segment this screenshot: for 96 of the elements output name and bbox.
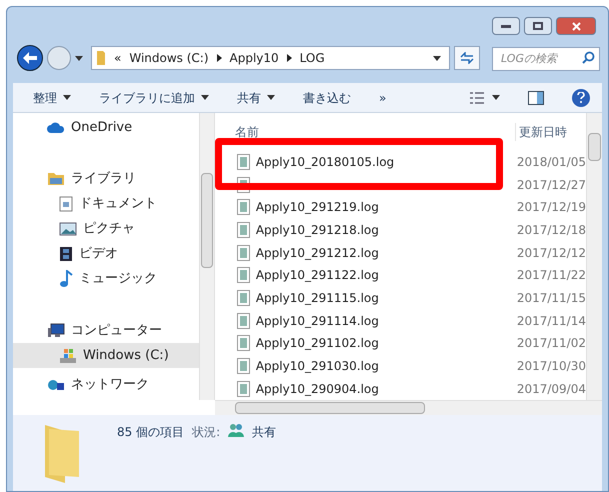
caret-icon	[433, 56, 441, 60]
modified-date: 2017/11/15	[516, 290, 586, 308]
chevron-right-icon	[216, 54, 222, 62]
file-name[interactable]: Apply10_291114.log	[256, 312, 379, 330]
document-icon	[59, 196, 73, 212]
scrollbar-thumb[interactable]	[588, 133, 601, 161]
file-icon	[236, 199, 250, 216]
refresh-icon	[460, 52, 474, 64]
nav-item[interactable]: ライブラリ	[13, 166, 199, 191]
toolbar-button[interactable]: 共有	[237, 88, 275, 106]
chevron-right-icon	[286, 54, 292, 62]
back-button[interactable]	[17, 45, 43, 71]
film-icon	[59, 246, 73, 262]
file-name[interactable]: Apply10_291218.log	[256, 221, 379, 240]
modified-date: 2017/11/02	[516, 335, 586, 352]
file-icon	[236, 312, 250, 329]
network-icon	[47, 378, 65, 392]
toolbar-button[interactable]: 書き込む	[303, 88, 351, 106]
search-icon	[582, 51, 595, 64]
breadcrumb[interactable]: Windows (C:)	[129, 49, 209, 67]
caret-icon	[63, 95, 71, 100]
minimize-button[interactable]	[492, 17, 520, 35]
modified-date: 2017/11/22	[516, 267, 586, 284]
status-value: 共有	[252, 424, 276, 441]
nav-item[interactable]: ビデオ	[13, 241, 199, 266]
users-icon	[228, 423, 244, 437]
file-name[interactable]: Apply10_291030.log	[256, 357, 379, 375]
file-icon	[236, 267, 250, 284]
breadcrumb[interactable]: Apply10	[230, 49, 279, 67]
caret-icon	[492, 95, 500, 100]
modified-date: 2017/12/19	[516, 199, 586, 216]
caret-icon	[75, 56, 83, 60]
file-name[interactable]: Apply10_291122.log	[256, 266, 379, 284]
toolbar-button[interactable]: 整理	[33, 88, 71, 106]
view-options-button[interactable]	[470, 92, 500, 104]
modified-date: 2018/01/05	[516, 154, 586, 172]
toolbar-button[interactable]: »	[379, 88, 386, 106]
file-icon	[236, 154, 250, 170]
file-icon	[236, 358, 250, 374]
nav-item[interactable]: ピクチャ	[13, 216, 199, 241]
column-header[interactable]: 更新日時	[514, 122, 567, 141]
pane-icon	[528, 90, 544, 104]
arrow-left-icon	[23, 52, 37, 64]
file-icon	[236, 335, 250, 352]
overflow-chevron[interactable]: «	[114, 49, 122, 67]
nav-item[interactable]: ミュージック	[13, 266, 199, 291]
modified-date: 2017/12/18	[516, 222, 586, 240]
folder-icon	[47, 171, 65, 186]
search-field[interactable]: LOGの検索	[492, 46, 600, 71]
file-icon	[236, 222, 250, 238]
picture-icon	[59, 222, 77, 236]
modified-date: 2017/12/27	[516, 176, 586, 194]
close-icon	[572, 22, 580, 30]
drive-icon	[59, 348, 77, 364]
horizontal-scrollbar[interactable]	[215, 400, 602, 415]
modified-date: 2017/11/14	[516, 312, 586, 330]
file-icon	[236, 380, 250, 397]
nav-item[interactable]: ネットワーク	[13, 372, 199, 397]
help-icon	[577, 92, 585, 103]
computer-icon	[47, 323, 65, 338]
scrollbar-thumb[interactable]	[200, 173, 213, 268]
item-count: 85 個の項目	[117, 424, 184, 441]
refresh-button[interactable]	[454, 46, 480, 70]
caret-icon	[267, 95, 275, 100]
help-button[interactable]	[572, 88, 590, 106]
music-note-icon	[59, 270, 73, 288]
address-bar[interactable]: « Windows (C:) Apply10 LOG	[91, 46, 450, 70]
nav-item[interactable]: Windows (C:)	[13, 343, 199, 368]
file-name[interactable]: Apply10_291115.log	[256, 289, 379, 308]
nav-item[interactable]: OneDrive	[13, 115, 199, 140]
file-icon	[236, 244, 250, 261]
nav-item[interactable]: ドキュメント	[13, 191, 199, 216]
file-name[interactable]: Apply10_291212.log	[256, 244, 379, 262]
close-button[interactable]	[556, 17, 596, 35]
column-header[interactable]: 名前	[234, 122, 515, 141]
breadcrumb[interactable]: LOG	[300, 49, 325, 67]
maximize-button[interactable]	[524, 17, 552, 35]
file-name[interactable]: Apply10_291102.log	[256, 334, 379, 352]
file-name[interactable]: Apply10_20180105.log	[256, 153, 394, 172]
caret-icon	[201, 95, 209, 100]
modified-date: 2017/12/12	[516, 244, 586, 262]
list-view-icon	[470, 92, 484, 104]
toolbar-button[interactable]: ライブラリに追加	[99, 88, 209, 106]
nav-scrollbar[interactable]	[198, 113, 215, 400]
status-label: 状況:	[192, 424, 220, 441]
file-icon	[236, 290, 250, 306]
cloud-icon	[47, 122, 65, 134]
modified-date: 2017/10/30	[516, 358, 586, 375]
nav-item[interactable]: コンピューター	[13, 318, 199, 343]
list-scrollbar[interactable]	[586, 113, 602, 400]
folder-icon	[96, 50, 106, 66]
modified-date: 2017/09/04	[516, 380, 586, 398]
preview-pane-button[interactable]	[528, 90, 544, 104]
file-name[interactable]: Apply10_291219.log	[256, 198, 379, 216]
file-name[interactable]: Apply10_290904.log	[256, 380, 379, 398]
scrollbar-thumb[interactable]	[235, 402, 425, 414]
